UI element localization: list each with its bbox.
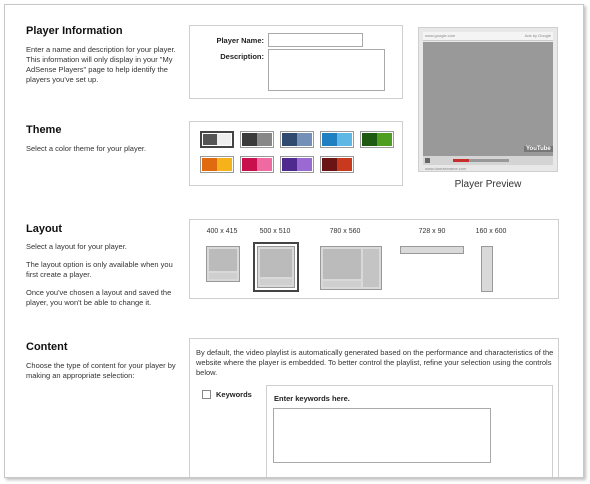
layout-thumb-frame [257,246,295,288]
swatch-secondary-color [337,158,352,171]
player-name-input[interactable] [268,33,363,47]
swatch-primary-color [322,133,337,146]
swatch-secondary-color [377,133,392,146]
swatch-primary-color [362,133,377,146]
theme-box [189,121,403,186]
swatch-secondary-color [297,133,312,146]
theme-swatch-8[interactable] [280,156,314,173]
description-textarea[interactable] [268,49,385,91]
play-icon [425,158,430,163]
player-info-title: Player Information [26,25,123,37]
content-description: Choose the type of content for your play… [26,361,176,380]
theme-swatch-1[interactable] [200,131,234,148]
progress-bar [453,159,469,162]
swatch-secondary-color [257,133,272,146]
theme-swatch-2[interactable] [240,131,274,148]
player-name-label: Player Name: [216,36,264,45]
layout-label-780x560: 780 x 560 [329,228,361,235]
layout-thumb-bar [260,279,292,285]
layout-option-780x560[interactable] [320,246,382,290]
preview-header: www.google.com Ads by Google [423,32,553,41]
theme-swatch-5[interactable] [360,131,394,148]
player-preview: www.google.com Ads by Google YouTube www… [418,27,558,172]
swatch-primary-color [203,134,217,145]
adsense-player-settings-page: Player Information Enter a name and desc… [4,4,584,478]
layout-description-1: Select a layout for your player. [26,242,127,251]
swatch-primary-color [282,133,297,146]
player-info-description: Enter a name and description for your pl… [26,45,176,84]
preview-header-left: www.google.com [425,33,456,38]
player-info-box: Player Name: Description: [189,25,403,99]
layout-option-400x415[interactable] [206,246,240,282]
theme-swatch-9[interactable] [320,156,354,173]
swatch-primary-color [202,158,217,171]
layout-thumb-video [323,249,361,279]
layout-title: Layout [26,223,63,235]
keywords-checkbox[interactable] [202,390,211,399]
layout-option-160x600[interactable] [481,246,493,292]
theme-swatch-3[interactable] [280,131,314,148]
swatch-secondary-color [297,158,312,171]
progress-track [469,159,509,162]
keywords-panel: Enter keywords here. [266,385,553,477]
keywords-prompt: Enter keywords here. [274,394,350,403]
theme-swatch-7[interactable] [240,156,274,173]
preview-footer-url: www.domainname.com [425,166,467,171]
swatch-secondary-color [257,158,272,171]
layout-description-3: Once you've chosen a layout and saved th… [26,288,172,307]
swatch-secondary-color [217,158,232,171]
layout-thumb-bar [323,281,361,287]
swatch-secondary-color [217,134,231,145]
layout-label-400x415: 400 x 415 [206,228,238,235]
layout-label-500x510: 500 x 510 [259,228,291,235]
player-preview-caption: Player Preview [454,179,522,190]
layout-box: 400 x 415 500 x 510 780 x 560 728 x 90 1… [189,219,559,299]
swatch-primary-color [322,158,337,171]
theme-swatch-6[interactable] [200,156,234,173]
content-box: By default, the video playlist is automa… [189,338,559,477]
layout-thumb-video [209,249,237,271]
layout-thumb-playlist [363,249,379,287]
layout-label-160x600: 160 x 600 [475,228,507,235]
description-label: Description: [220,52,264,61]
keywords-label: Keywords [216,390,252,399]
layout-thumb-video [260,249,292,277]
youtube-logo: YouTube [524,146,553,152]
theme-description: Select a color theme for your player. [26,144,147,153]
preview-video-area [423,42,553,156]
swatch-primary-color [242,133,257,146]
preview-header-right: Ads by Google [524,33,551,38]
layout-option-728x90[interactable] [400,246,464,254]
keywords-textarea[interactable] [273,408,491,463]
layout-description-2: The layout option is only available when… [26,260,173,279]
content-intro: By default, the video playlist is automa… [196,348,554,377]
layout-thumb-bar [209,273,237,279]
swatch-primary-color [282,158,297,171]
layout-label-728x90: 728 x 90 [418,228,446,235]
swatch-primary-color [242,158,257,171]
content-title: Content [26,341,68,353]
swatch-secondary-color [337,133,352,146]
layout-option-500x510[interactable] [253,242,299,292]
theme-title: Theme [26,124,62,136]
theme-swatch-4[interactable] [320,131,354,148]
preview-controls [423,156,553,165]
